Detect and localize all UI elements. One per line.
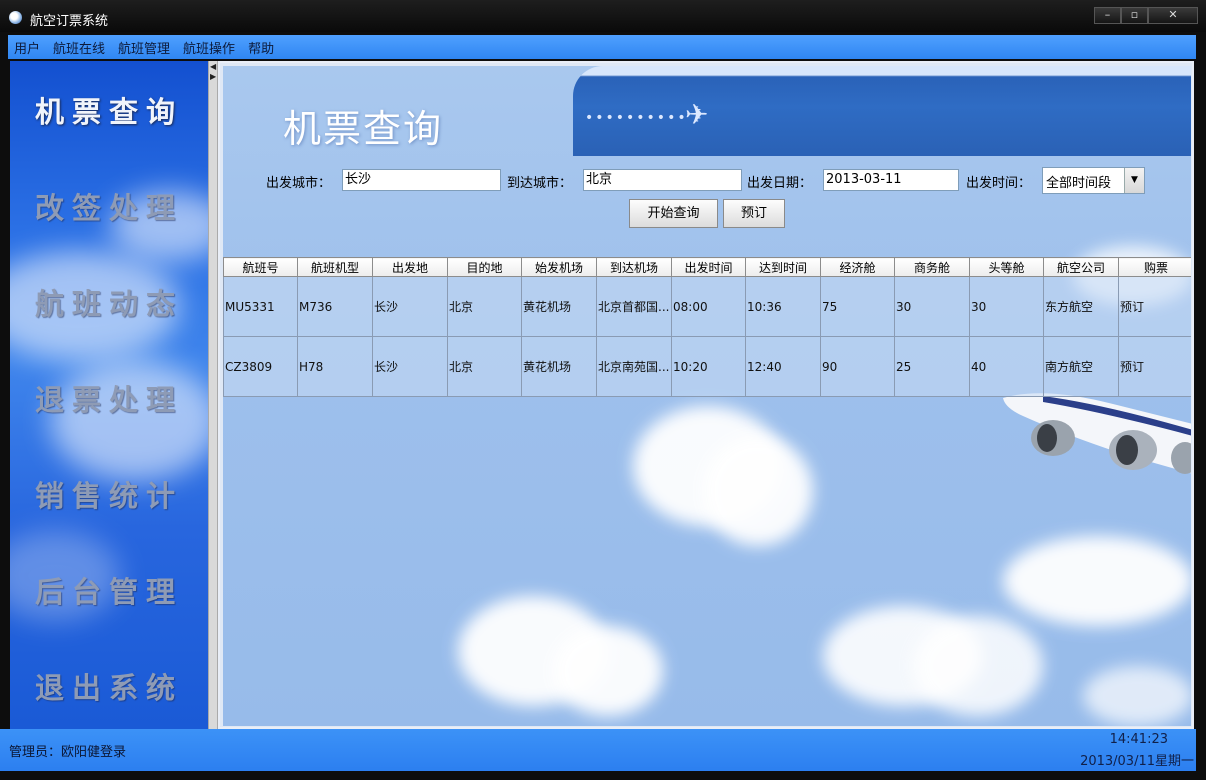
table-cell[interactable]: 25 [894, 336, 970, 397]
column-header[interactable]: 达到时间 [745, 257, 821, 277]
table-row[interactable]: CZ3809 H78 长沙 北京 黄花机场 北京南苑国... 10:20 12:… [223, 336, 1191, 397]
table-cell[interactable]: 10:36 [745, 276, 821, 337]
cloud [703, 436, 813, 546]
menu-flight-manage[interactable]: 航班管理 [118, 38, 170, 57]
table-cell[interactable]: H78 [297, 336, 373, 397]
table-cell[interactable]: 长沙 [372, 336, 448, 397]
status-date: 2013/03/11星期一 [1080, 754, 1194, 769]
table-row[interactable]: MU5331 M736 长沙 北京 黄花机场 北京首都国... 08:00 10… [223, 276, 1191, 337]
menu-user[interactable]: 用户 [14, 38, 40, 57]
split-pane-divider[interactable]: ◀ ▶ [208, 61, 218, 729]
close-button[interactable]: ✕ [1148, 7, 1198, 24]
table-cell[interactable]: 南方航空 [1043, 336, 1119, 397]
column-header[interactable]: 头等舱 [969, 257, 1044, 277]
flight-results-table: 航班号 航班机型 出发地 目的地 始发机场 到达机场 出发时间 达到时间 经济舱… [223, 257, 1191, 397]
banner-plane-icon: ✈ [685, 98, 709, 131]
status-clock: 14:41:23 [1109, 732, 1168, 747]
column-header[interactable]: 航班机型 [297, 257, 373, 277]
cloud [1003, 536, 1191, 626]
window-controls: – ▫ ✕ [1094, 7, 1198, 24]
nav-ticket-search[interactable]: 机票查询 [10, 89, 208, 131]
nav-sales-stats[interactable]: 销售统计 [10, 473, 208, 515]
table-cell[interactable]: 08:00 [671, 276, 746, 337]
book-button[interactable]: 预订 [723, 199, 785, 228]
logged-in-user: 管理员：欧阳健登录 [9, 745, 127, 760]
column-header[interactable]: 到达机场 [596, 257, 672, 277]
nav-flight-status[interactable]: 航班动态 [10, 281, 208, 323]
column-header[interactable]: 目的地 [447, 257, 522, 277]
page-title: 机票查询 [283, 107, 444, 151]
nav-rebook[interactable]: 改签处理 [10, 185, 208, 227]
cloud [553, 626, 663, 716]
banner-dots-icon: •••••••••• [585, 110, 688, 126]
table-cell[interactable]: 40 [969, 336, 1044, 397]
menu-flight-operate[interactable]: 航班操作 [183, 38, 235, 57]
dropdown-arrow-icon[interactable]: ▼ [1124, 168, 1144, 193]
table-cell[interactable]: 黄花机场 [521, 276, 597, 337]
nav-refund[interactable]: 退票处理 [10, 377, 208, 419]
to-city-label: 到达城市： [507, 176, 573, 191]
minimize-button[interactable]: – [1094, 7, 1121, 24]
table-cell[interactable]: CZ3809 [223, 336, 298, 397]
from-city-input[interactable]: 长沙 [342, 169, 501, 191]
collapse-left-icon[interactable]: ◀ [210, 63, 216, 71]
table-cell[interactable]: 12:40 [745, 336, 821, 397]
column-header[interactable]: 出发时间 [671, 257, 746, 277]
date-label: 出发日期： [747, 176, 813, 191]
title-bar[interactable]: 航空订票系统 – ▫ ✕ [0, 0, 1206, 32]
search-button[interactable]: 开始查询 [629, 199, 718, 228]
book-cell[interactable]: 预订 [1118, 276, 1191, 337]
table-cell[interactable]: 10:20 [671, 336, 746, 397]
table-cell[interactable]: 北京 [447, 336, 522, 397]
table-cell[interactable]: MU5331 [223, 276, 298, 337]
table-cell[interactable]: 北京首都国... [596, 276, 672, 337]
status-bar: 管理员：欧阳健登录 14:41:23 2013/03/11星期一 [0, 729, 1196, 771]
table-cell[interactable]: 黄花机场 [521, 336, 597, 397]
cloud [913, 616, 1043, 716]
cloud [1083, 666, 1191, 726]
table-cell[interactable]: 30 [894, 276, 970, 337]
table-cell[interactable]: 北京 [447, 276, 522, 337]
column-header[interactable]: 航班号 [223, 257, 298, 277]
from-city-label: 出发城市： [266, 176, 332, 191]
column-header[interactable]: 出发地 [372, 257, 448, 277]
app-window: 航空订票系统 – ▫ ✕ 用户 航班在线 航班管理 航班操作 帮助 机票查询 改… [0, 0, 1206, 780]
airplane-illustration [1003, 393, 1191, 474]
app-icon [9, 11, 22, 24]
window-title: 航空订票系统 [30, 14, 109, 29]
table-cell[interactable]: 30 [969, 276, 1044, 337]
table-cell[interactable]: 75 [820, 276, 895, 337]
book-cell[interactable]: 预订 [1118, 336, 1191, 397]
menu-flight-online[interactable]: 航班在线 [53, 38, 105, 57]
nav-admin[interactable]: 后台管理 [10, 569, 208, 611]
to-city-input[interactable]: 北京 [583, 169, 742, 191]
column-header[interactable]: 购票 [1118, 257, 1191, 277]
column-header[interactable]: 始发机场 [521, 257, 597, 277]
column-header[interactable]: 商务舱 [894, 257, 970, 277]
table-cell[interactable]: M736 [297, 276, 373, 337]
time-label: 出发时间： [966, 176, 1032, 191]
table-cell[interactable]: 90 [820, 336, 895, 397]
table-cell[interactable]: 东方航空 [1043, 276, 1119, 337]
sky-background: •••••••••• ✈ 机票查询 出发城市： 长沙 到达城市： 北京 出发日期… [223, 66, 1191, 726]
maximize-button[interactable]: ▫ [1121, 7, 1148, 24]
sidebar-nav: 机票查询 改签处理 航班动态 退票处理 销售统计 后台管理 退出系统 [10, 61, 208, 729]
table-header-row: 航班号 航班机型 出发地 目的地 始发机场 到达机场 出发时间 达到时间 经济舱… [223, 257, 1191, 277]
time-select[interactable]: 全部时间段 ▼ [1042, 167, 1145, 194]
table-cell[interactable]: 长沙 [372, 276, 448, 337]
column-header[interactable]: 航空公司 [1043, 257, 1119, 277]
nav-exit[interactable]: 退出系统 [10, 665, 208, 707]
menu-bar: 用户 航班在线 航班管理 航班操作 帮助 [8, 35, 1196, 59]
column-header[interactable]: 经济舱 [820, 257, 895, 277]
table-cell[interactable]: 北京南苑国... [596, 336, 672, 397]
menu-help[interactable]: 帮助 [248, 38, 274, 57]
time-select-value: 全部时间段 [1046, 176, 1112, 191]
main-panel: •••••••••• ✈ 机票查询 出发城市： 长沙 到达城市： 北京 出发日期… [218, 61, 1194, 729]
date-input[interactable]: 2013-03-11 [823, 169, 959, 191]
collapse-right-icon[interactable]: ▶ [210, 73, 216, 81]
